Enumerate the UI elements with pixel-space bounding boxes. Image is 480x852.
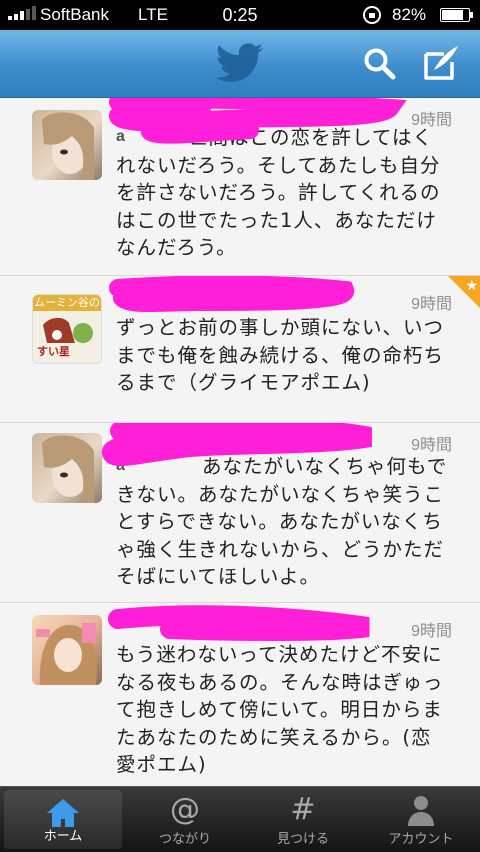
tab-discover-label: 見つける: [276, 832, 329, 847]
avatar[interactable]: [32, 615, 102, 685]
hashtag-icon: #: [290, 792, 316, 827]
status-bar: SoftBank LTE 0:25 82%: [0, 0, 480, 30]
battery-percentage: 82%: [392, 5, 427, 24]
avatar[interactable]: ムーミン谷の すい星: [32, 294, 102, 364]
tweet-text: あなたがいなくちゃ何もできない。あなたがいなくちゃ笑うことすらできない。あなたが…: [116, 455, 448, 588]
twitter-bird-icon: [215, 43, 263, 82]
battery-icon: [440, 8, 473, 22]
avatar[interactable]: [32, 433, 102, 503]
battery-fill: [442, 10, 463, 20]
tab-account-label: アカウント: [388, 832, 454, 847]
avatar[interactable]: [32, 110, 102, 180]
favorite-star-icon: ★: [448, 276, 480, 308]
tweet-time: 9時間: [411, 623, 452, 640]
tweet-time: 9時間: [411, 437, 452, 454]
tab-home[interactable]: ホーム: [4, 790, 122, 849]
rotation-lock-icon: [363, 6, 381, 24]
tab-home-label: ホーム: [43, 829, 83, 844]
tweet-4[interactable]: 9時間 もう迷わないって決めたけど不安になる夜もあるの。そんな時はぎゅって抱きし…: [0, 603, 480, 786]
at-sign-icon: @: [170, 792, 200, 827]
tweet-time: 9時間: [411, 296, 452, 313]
avatar-text-bottom: すい星: [37, 345, 70, 358]
tweet-text: もう迷わないって決めたけど不安になる夜もあるの。そんな時はぎゅって抱きしめて傍に…: [116, 643, 444, 776]
tweet-3[interactable]: a 9時間 あなたがいなくちゃ何もできない。あなたがいなくちゃ笑うことすらできな…: [0, 423, 480, 603]
tweet-text: ずっとお前の事しか頭にない、いつまでも俺を蝕み続ける、俺の命朽ちるまで（グライモ…: [116, 316, 445, 394]
compose-icon[interactable]: [420, 44, 462, 84]
nav-bar: [0, 30, 480, 98]
tab-connect[interactable]: @ つながり: [126, 787, 244, 852]
tweet-1[interactable]: a 9時間 世間はこの恋を許してはくれないだろう。そしてあたしも自分を許さないだ…: [0, 98, 480, 276]
timeline[interactable]: a 9時間 世間はこの恋を許してはくれないだろう。そしてあたしも自分を許さないだ…: [0, 98, 480, 786]
tab-bar: ホーム @ つながり # 見つける アカウント: [0, 786, 480, 852]
tab-account[interactable]: アカウント: [362, 787, 480, 852]
tab-connect-label: つながり: [158, 832, 211, 847]
tab-discover[interactable]: # 見つける: [244, 787, 362, 852]
tweet-text: 世間はこの恋を許してはくれないだろう。そしてあたしも自分を許さないだろう。許して…: [116, 126, 441, 259]
search-icon[interactable]: [362, 46, 398, 82]
person-icon: [362, 793, 480, 827]
tweet-2[interactable]: ムーミン谷の すい星 9時間 ずっとお前の事しか頭にない、いつまでも俺を蝕み続け…: [0, 276, 480, 423]
